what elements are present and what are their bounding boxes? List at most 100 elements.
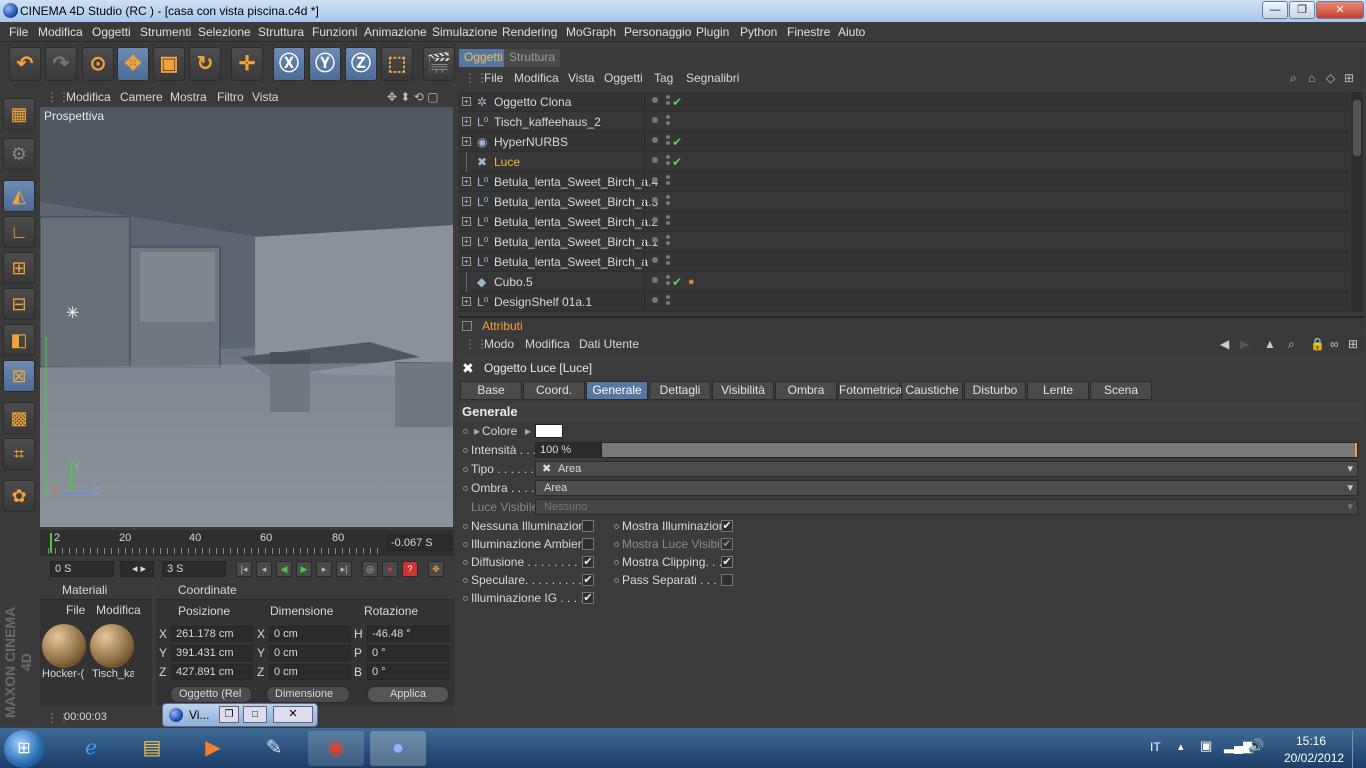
layer-dot-icon[interactable] — [652, 197, 658, 203]
mat-menu-modifica[interactable]: Modifica — [96, 603, 141, 617]
link-icon[interactable]: ◇ — [1326, 71, 1335, 85]
tipo-dropdown[interactable]: ✖ Area ▾ — [535, 461, 1358, 477]
anim-bullet[interactable] — [463, 524, 468, 529]
next-frame-icon[interactable]: ▸ — [316, 561, 332, 577]
rotate-icon[interactable]: ↻ — [189, 47, 221, 81]
object-row[interactable]: + L⁰ Betula_lenta_Sweet_Birch_a.1 — [458, 232, 1350, 252]
explorer-icon[interactable]: ▤ — [124, 731, 180, 766]
checker-icon[interactable]: ▩ — [3, 402, 35, 434]
tag-icon[interactable]: ● — [688, 272, 695, 292]
object-row[interactable]: ◆ Cubo.5 ✔ ● — [458, 272, 1350, 292]
minimized-window[interactable]: Vi... ❐ □ ✕ — [162, 703, 318, 727]
y-axis-icon[interactable]: Ⓨ — [309, 47, 341, 81]
object-name[interactable]: Betula_lenta_Sweet_Birch_a.3 — [494, 192, 658, 212]
scale-icon[interactable]: ▣ — [153, 47, 185, 81]
attr-tab[interactable]: Base — [460, 381, 522, 400]
play-backward-icon[interactable]: ◀ — [276, 561, 292, 577]
object-row[interactable]: ✖ Luce ✔ — [458, 152, 1350, 172]
play-icon[interactable]: ▶ — [296, 561, 312, 577]
search-icon[interactable]: ⌕ — [1290, 71, 1297, 86]
edges-mode-icon[interactable]: ⊟ — [3, 288, 35, 320]
language-indicator[interactable]: IT — [1150, 740, 1161, 754]
checkbox[interactable]: ✔ — [582, 574, 594, 586]
menu-aiuto[interactable]: Aiuto — [838, 25, 865, 39]
clock-time[interactable]: 15:16 — [1296, 734, 1326, 748]
object-name[interactable]: Oggetto Clona — [494, 92, 571, 112]
luce-visibile-dropdown[interactable]: Nessuno ▾ — [535, 499, 1358, 515]
checkbox[interactable]: ✔ — [582, 592, 594, 604]
layer-dot-icon[interactable] — [652, 177, 658, 183]
size-mode-dropdown[interactable]: Dimensione — [266, 686, 350, 703]
obj-menu-oggetti[interactable]: Oggetti — [604, 71, 643, 85]
expand-icon[interactable]: + — [462, 97, 471, 106]
scroll-thumb[interactable] — [1353, 100, 1361, 156]
vp-menu-filtro[interactable]: Filtro — [217, 90, 244, 104]
object-name[interactable]: Cubo.5 — [494, 272, 533, 292]
workplane-icon[interactable]: ⌗ — [3, 438, 35, 470]
layer-dot-icon[interactable] — [652, 117, 658, 123]
intensity-slider[interactable] — [601, 442, 1358, 458]
new-panel-icon[interactable]: ⊞ — [1344, 71, 1354, 85]
menu-funzioni[interactable]: Funzioni — [312, 25, 357, 39]
menu-selezione[interactable]: Selezione — [198, 25, 251, 39]
record-mode-icon[interactable]: ◎ — [362, 561, 378, 577]
checkbox[interactable] — [721, 574, 733, 586]
object-row[interactable]: + ✲ Oggetto Clona ✔ — [458, 92, 1350, 112]
attr-menu-dati-utente[interactable]: Dati Utente — [579, 337, 639, 351]
current-time-field[interactable]: -0.067 S — [386, 535, 452, 551]
object-name[interactable]: DesignShelf 01a.1 — [494, 292, 592, 312]
object-row[interactable]: + L⁰ DesignShelf 01a.1 — [458, 292, 1350, 312]
layer-dot-icon[interactable] — [652, 257, 658, 263]
back-icon[interactable]: ◀ — [1220, 337, 1229, 351]
anim-bullet[interactable] — [463, 467, 468, 472]
visibility-dots-icon[interactable] — [666, 235, 670, 239]
object-name[interactable]: Betula_lenta_Sweet_Birch_a.2 — [494, 212, 658, 232]
maximize-button[interactable]: ❐ — [1289, 1, 1315, 19]
attr-menu-modo[interactable]: Modo — [484, 337, 514, 351]
visibility-dots-icon[interactable] — [666, 155, 670, 159]
move-icon[interactable]: ✥ — [117, 47, 149, 81]
menu-simulazione[interactable]: Simulazione — [432, 25, 497, 39]
prev-frame-icon[interactable]: ◂ — [256, 561, 272, 577]
layer-dot-icon[interactable] — [652, 237, 658, 243]
menu-modifica[interactable]: Modifica — [38, 25, 83, 39]
record-icon[interactable]: ● — [382, 561, 398, 577]
up-icon[interactable]: ▲ — [1264, 337, 1276, 351]
anim-bullet[interactable] — [463, 542, 468, 547]
expand-icon[interactable]: + — [462, 297, 471, 306]
visibility-dots-icon[interactable] — [666, 275, 670, 279]
anim-bullet[interactable] — [463, 596, 468, 601]
end-time-field[interactable]: 3 S — [162, 561, 226, 577]
layout-icon[interactable]: ▦ — [3, 98, 35, 130]
vp-menu-camere[interactable]: Camere — [120, 90, 163, 104]
obj-menu-tag[interactable]: Tag — [654, 71, 673, 85]
expand-icon[interactable]: + — [462, 197, 471, 206]
sculpt-icon[interactable]: ✿ — [3, 480, 35, 512]
menu-file[interactable]: File — [9, 25, 28, 39]
menu-animazione[interactable]: Animazione — [364, 25, 427, 39]
visibility-dots-icon[interactable] — [666, 255, 670, 259]
clock-date[interactable]: 20/02/2012 — [1284, 751, 1344, 765]
layer-dot-icon[interactable] — [652, 217, 658, 223]
chrome-icon[interactable]: ◉ — [308, 731, 364, 766]
position-x-field[interactable]: 261.178 cm — [171, 626, 253, 642]
attr-tab[interactable]: Lente — [1027, 381, 1089, 400]
anim-bullet[interactable] — [463, 448, 468, 453]
attr-tab[interactable]: Dettagli — [649, 381, 711, 400]
cinema4d-taskbar-icon[interactable]: ● — [370, 731, 426, 766]
key-position-icon[interactable]: ✥ — [428, 561, 444, 577]
enabled-check-icon[interactable]: ✔ — [672, 152, 682, 172]
menu-struttura[interactable]: Struttura — [258, 25, 304, 39]
position-z-field[interactable]: 427.891 cm — [171, 664, 253, 680]
anim-bullet[interactable] — [614, 524, 619, 529]
mat-menu-file[interactable]: File — [66, 603, 85, 617]
size-x-field[interactable]: 0 cm — [269, 626, 351, 642]
media-player-icon[interactable]: ▶ — [185, 731, 241, 766]
lock-icon[interactable]: 🔒 — [1310, 337, 1325, 351]
timeline-ruler[interactable]: 2 20 40 60 80 -0.067 S — [40, 530, 454, 556]
position-y-field[interactable]: 391.431 cm — [171, 645, 253, 661]
visibility-dots-icon[interactable] — [666, 215, 670, 219]
x-axis-icon[interactable]: Ⓧ — [273, 47, 305, 81]
vp-menu-mostra[interactable]: Mostra — [170, 90, 207, 104]
object-list-scrollbar[interactable] — [1351, 92, 1363, 312]
